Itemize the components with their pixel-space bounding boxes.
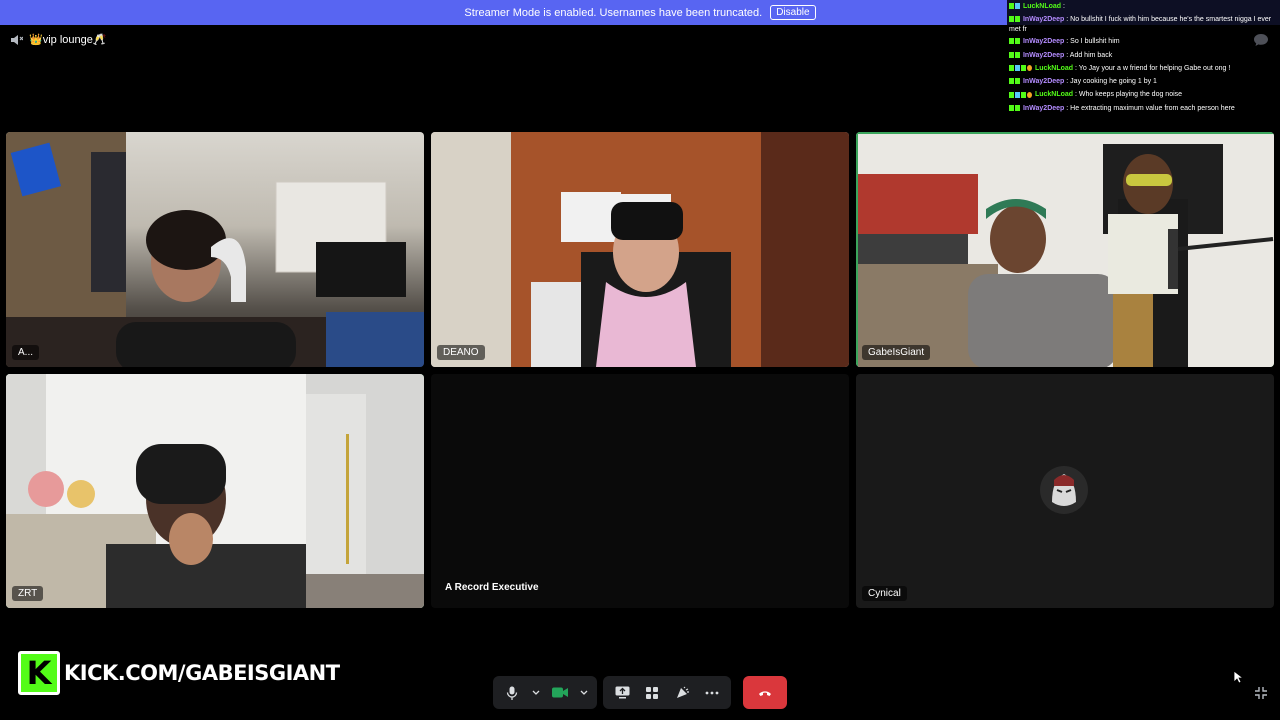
chat-message: : He extracting maximum value from each … [1066,104,1235,112]
gift-badge-icon [1027,65,1032,72]
chat-username: InWay2Deep [1022,104,1065,112]
chat-username: LuckNLoad [1034,64,1074,72]
stream-chat-overlay: LuckNLoad : InWay2Deep : No bullshit I f… [1007,0,1280,112]
moderator-badge-icon [1015,16,1020,23]
video-tile[interactable]: A Record Executive [431,374,849,608]
chat-message: : Jay cooking he going 1 by 1 [1066,78,1157,86]
chat-message: : [1063,3,1065,10]
share-screen-button[interactable] [609,680,635,706]
moderator-badge-icon [1021,65,1026,72]
chat-username: InWay2Deep [1022,16,1065,24]
hang-up-icon [759,690,771,696]
chat-message: : Yo Jay your a w friend for helping Gab… [1075,64,1231,72]
participant-name: ZRT [12,586,44,601]
video-camera-icon [552,687,568,698]
participant-name: DEANO [437,345,485,360]
chevron-down-icon [580,690,588,695]
gift-badge-icon [1027,91,1032,98]
chat-username: LuckNLoad [1034,91,1074,99]
disconnect-button[interactable] [743,676,787,709]
disable-streamer-mode-button[interactable]: Disable [770,5,816,20]
webcam-feed [6,132,424,367]
chat-line: InWay2Deep : Jay cooking he going 1 by 1 [1007,75,1280,88]
channel-name: 👑vip lounge🥂 [29,34,107,46]
verified-badge-icon [1009,78,1014,85]
mouse-cursor-icon [1233,670,1243,684]
soundboard-icon [677,686,689,698]
moderator-badge-icon [1021,91,1026,98]
more-options-button[interactable] [699,680,725,706]
microphone-options-button[interactable] [529,680,543,706]
verified-badge-icon [1009,16,1014,23]
webcam-feed [431,132,849,367]
chat-line: InWay2Deep : He extracting maximum value… [1007,102,1280,112]
chat-username: InWay2Deep [1022,78,1065,86]
avatar [1040,466,1088,514]
video-tile[interactable]: Cynical [856,374,1274,608]
verified-badge-icon [1009,38,1014,45]
more-horizontal-icon [705,691,719,694]
chat-line: LuckNLoad : [1007,0,1280,13]
moderator-badge-icon [1015,104,1020,111]
media-controls-group [493,676,597,709]
activity-controls-group [603,676,731,709]
chat-line: InWay2Deep : Add him back [1007,49,1280,62]
rocket-icon [646,686,658,699]
banner-text: Streamer Mode is enabled. Usernames have… [464,6,763,19]
screen-share-icon [615,686,629,699]
microphone-button[interactable] [499,680,525,706]
speaker-icon[interactable] [10,34,23,46]
chevron-down-icon [532,690,540,695]
moderator-badge-icon [1015,38,1020,45]
verified-badge-icon [1009,51,1014,58]
chat-username: LuckNLoad [1022,3,1062,10]
video-tile[interactable]: GabeIsGiant [856,132,1274,367]
chat-line: InWay2Deep : So I bullshit him [1007,35,1280,48]
camera-options-button[interactable] [577,680,591,706]
verified-badge-icon [1009,104,1014,111]
participant-name: Cynical [862,586,907,601]
kick-brand-overlay: K KICK.COM/GABEISGIANT [18,651,340,695]
microphone-icon [506,686,518,700]
sub-badge-icon [1015,65,1020,72]
chat-message: : So I bullshit him [1066,38,1120,46]
chat-line: LuckNLoad : Who keeps playing the dog no… [1007,88,1280,101]
verified-badge-icon [1009,3,1014,10]
chat-message: : Add him back [1066,51,1113,59]
chat-username: InWay2Deep [1022,38,1065,46]
camera-button[interactable] [547,680,573,706]
kick-url: KICK.COM/GABEISGIANT [64,661,340,685]
participant-name: A Record Executive [445,582,539,593]
moderator-badge-icon [1015,51,1020,58]
video-tile[interactable]: DEANO [431,132,849,367]
chat-line: InWay2Deep : No bullshit I fuck with him… [1007,13,1280,35]
webcam-feed [858,134,1274,367]
participant-name: A... [12,345,40,360]
moderator-badge-icon [1015,78,1020,85]
chat-line: LuckNLoad : Yo Jay your a w friend for h… [1007,62,1280,75]
exit-fullscreen-icon[interactable] [1254,686,1268,700]
sub-badge-icon [1015,91,1020,98]
verified-badge-icon [1009,65,1014,72]
activities-button[interactable] [639,680,665,706]
verified-badge-icon [1009,91,1014,98]
soundboard-button[interactable] [669,680,695,706]
chat-username: InWay2Deep [1022,51,1065,59]
chat-message: : Who keeps playing the dog noise [1075,91,1183,99]
participant-name: GabeIsGiant [862,345,931,360]
voice-channel-header: 👑vip lounge🥂 [10,33,107,46]
video-tile[interactable]: ZRT [6,374,424,608]
call-controls [493,676,787,709]
sub-badge-icon [1015,3,1020,10]
kick-logo-icon: K [18,651,60,695]
webcam-feed [6,374,424,608]
video-tile[interactable]: A... [6,132,424,367]
chat-bubble-icon[interactable] [1254,34,1268,46]
